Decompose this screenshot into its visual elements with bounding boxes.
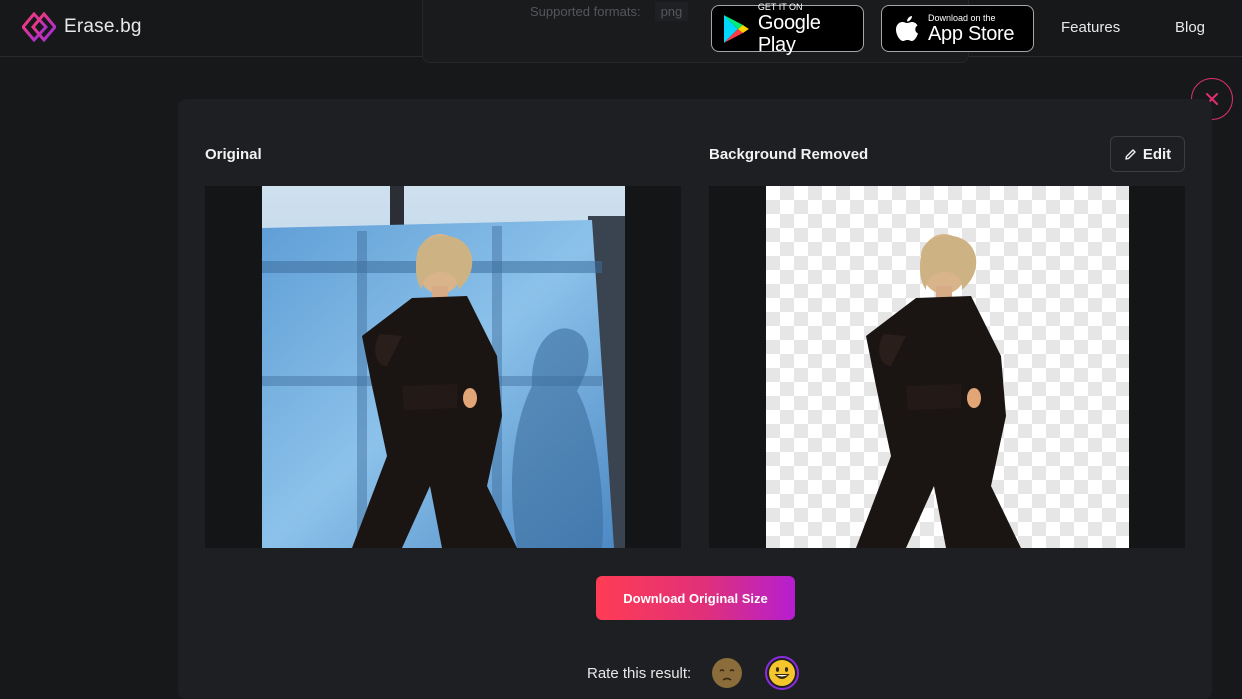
cutout-person-image <box>856 234 1021 548</box>
original-label: Original <box>205 146 262 163</box>
happy-face-rating-button[interactable] <box>765 656 800 690</box>
app-store-small-text: Download on the <box>928 12 996 23</box>
download-original-size-button[interactable]: Download Original Size <box>596 576 795 620</box>
edit-button[interactable]: Edit <box>1110 136 1185 172</box>
original-photo-image <box>262 186 625 548</box>
supported-formats-label: Supported formats: <box>530 4 641 19</box>
google-play-icon <box>723 14 749 43</box>
original-image-pane <box>205 186 681 548</box>
top-header: Erase.bg Supported formats: png GET IT ON… <box>0 0 1242 63</box>
google-play-small-text: GET IT ON <box>757 1 803 12</box>
logo-mark-icon <box>22 12 56 42</box>
rating-row: Rate this result: <box>587 656 821 690</box>
sad-face-icon <box>712 658 743 688</box>
supported-formats: Supported formats: png <box>530 2 689 21</box>
brand-logo[interactable]: Erase.bg <box>22 12 142 42</box>
edit-label: Edit <box>1142 145 1172 163</box>
supported-formats-value: png <box>654 2 689 21</box>
background-removed-label: Background Removed <box>709 146 869 163</box>
sad-face-rating-button[interactable] <box>711 657 743 689</box>
nav-features-link[interactable]: Features <box>1061 19 1120 36</box>
rate-label: Rate this result: <box>587 664 692 682</box>
original-photo <box>262 186 625 548</box>
nav-blog-link[interactable]: Blog <box>1175 19 1205 36</box>
pencil-icon <box>1125 148 1136 160</box>
removed-background-pane <box>709 186 1185 548</box>
apple-icon <box>896 15 918 41</box>
app-store-button[interactable]: Download on the App Store <box>881 5 1034 52</box>
google-play-button[interactable]: GET IT ON Google Play <box>711 1 864 56</box>
transparent-checkerboard <box>766 186 1129 548</box>
result-card: Original Background Removed Edit Downloa… <box>178 99 1212 699</box>
app-store-big-text: App Store <box>928 22 1015 45</box>
brand-name: Erase.bg <box>64 16 142 37</box>
google-play-big-text: Google Play <box>757 11 821 56</box>
